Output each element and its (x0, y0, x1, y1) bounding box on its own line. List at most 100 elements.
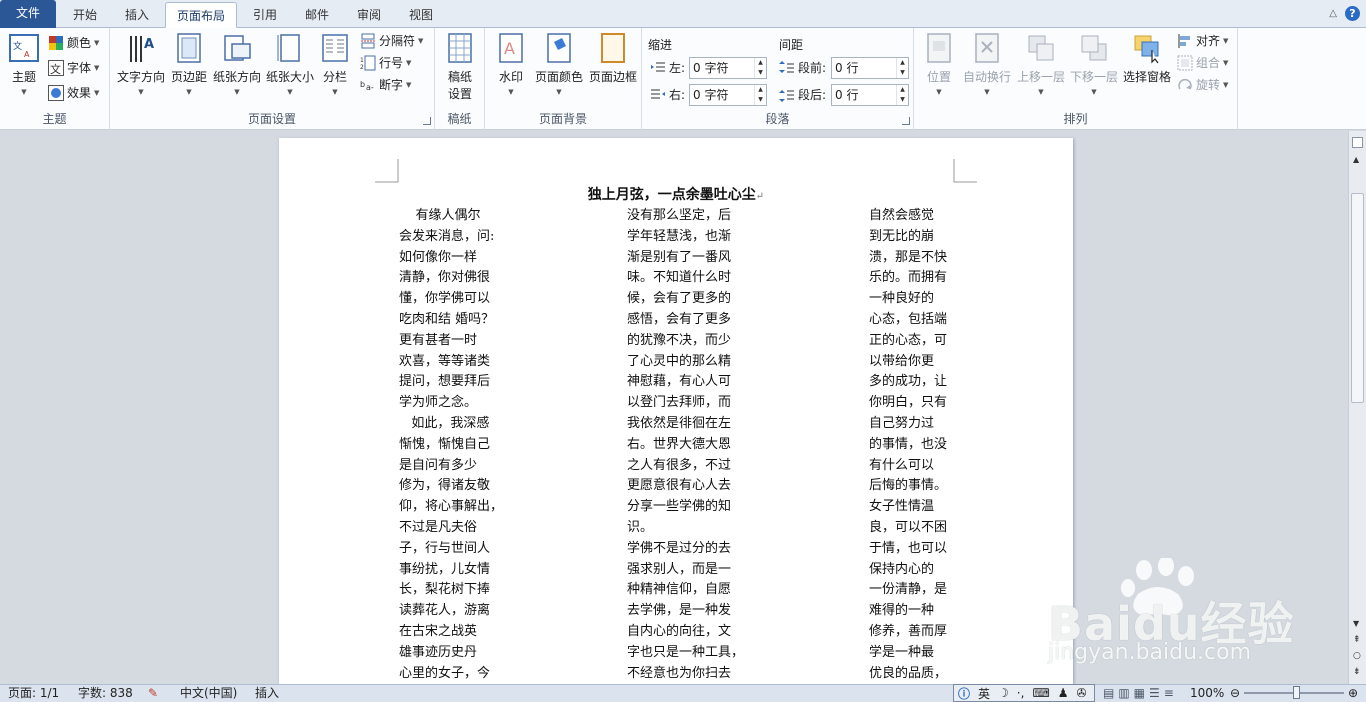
wrap-text-button[interactable]: 自动换行 ▼ (960, 32, 1014, 96)
word-count-status[interactable]: 字数: 838 (78, 685, 133, 702)
selection-pane-icon (1134, 35, 1159, 64)
ime-language-toggle[interactable]: 英 (978, 685, 990, 702)
ime-tools-icon[interactable]: ✇ (1077, 686, 1087, 700)
page-border-icon (601, 33, 625, 63)
tab-file[interactable]: 文件 (0, 0, 56, 28)
orientation-button[interactable]: 纸张方向 ▼ (211, 32, 263, 96)
margins-icon (177, 33, 201, 63)
page-border-button[interactable]: 页面边框 (586, 32, 640, 85)
scroll-up-icon[interactable]: ▲ (1353, 155, 1359, 164)
space-before-label: 段前: (779, 57, 826, 79)
language-status[interactable]: 中文(中国) (180, 685, 237, 702)
insert-mode-status[interactable]: 插入 (255, 685, 279, 702)
text-line: 有什么可以 (869, 457, 935, 473)
vertical-scrollbar[interactable]: ▲ ▼ ⇞ ○ ⇟ (1348, 131, 1366, 684)
ime-keyboard-icon[interactable]: ⌨ (1032, 686, 1049, 700)
group-objects-button[interactable]: 组合 ▼ (1177, 52, 1228, 74)
theme-colors-button[interactable]: 颜色 ▼ (48, 32, 99, 54)
group-arrange: 位置 ▼ 自动换行 ▼ 上移一层 ▼ 下移一层 ▼ 选择窗格 对齐▼ 组合▼ (914, 28, 1238, 130)
text-line: 候，会有了更多的 (627, 291, 732, 307)
align-button[interactable]: 对齐 ▼ (1177, 30, 1228, 52)
space-after-input[interactable]: 0 行 ▲ ▼ (831, 84, 909, 106)
text-line: 保持内心的 (869, 561, 935, 577)
theme-fonts-button[interactable]: 文 字体 ▼ (48, 57, 99, 79)
theme-button[interactable]: 文A 主题 ▼ (6, 32, 42, 96)
spinner-arrows-icon[interactable]: ▲ ▼ (896, 85, 908, 105)
text-line: 味。不知道什么时 (627, 270, 732, 286)
tab-mailings[interactable]: 邮件 (292, 2, 342, 28)
document-title[interactable]: 独上月弦，一点余墨吐心尘↵ (279, 184, 1073, 204)
text-line: 修养，善而厚 (869, 623, 948, 639)
theme-effects-button[interactable]: 效果 ▼ (48, 82, 99, 104)
svg-text:a-: a- (366, 83, 374, 92)
group-label-theme: 主题 (42, 112, 67, 126)
space-before-input[interactable]: 0 行 ▲ ▼ (831, 57, 909, 79)
ime-punctuation-icon[interactable]: ·, (1017, 686, 1025, 700)
send-backward-button[interactable]: 下移一层 ▼ (1068, 32, 1120, 96)
proofing-icon[interactable]: ✎ (148, 685, 158, 702)
text-column-1[interactable]: 有缘人偶尔 会发来消息，问: 如何像你一样 清静，你对佛很 懂，你学佛可以 吃肉和结 婚吗… (399, 206, 503, 684)
text-line: 的事情，也没 (869, 436, 948, 452)
size-button[interactable]: 纸张大小 ▼ (264, 32, 316, 96)
bring-forward-button[interactable]: 上移一层 ▼ (1015, 32, 1067, 96)
help-icon[interactable]: ? (1345, 6, 1360, 21)
text-line: 于情，也可以 (869, 540, 948, 556)
selection-pane-button[interactable]: 选择窗格 (1121, 32, 1173, 85)
paragraph-dialog-launcher[interactable] (902, 117, 910, 125)
chevron-down-icon: ▼ (186, 88, 192, 96)
zoom-in-icon[interactable]: ⊕ (1348, 685, 1358, 702)
chevron-down-icon: ▼ (234, 88, 240, 96)
chevron-down-icon: ▼ (556, 88, 562, 96)
text-line: 长，梨花树下捧 (399, 582, 491, 598)
next-page-icon[interactable]: ⇟ (1353, 667, 1361, 677)
tab-page-layout[interactable]: 页面布局 (165, 2, 237, 28)
effects-icon (48, 85, 64, 101)
line-numbers-button[interactable]: 12 行号 ▼ (360, 52, 411, 74)
previous-page-icon[interactable]: ⇞ (1353, 635, 1361, 645)
text-column-3[interactable]: 自然会感觉 到无比的崩 溃，那是不快 乐的。而拥有 一种良好的 心态，包括端 正的心态，可以… (869, 206, 947, 684)
tab-home[interactable]: 开始 (60, 2, 110, 28)
text-line: 惭愧，惭愧自己 (399, 436, 491, 452)
text-direction-button[interactable]: A 文字方向 ▼ (115, 32, 167, 96)
watermark-button[interactable]: A 水印 ▼ (491, 32, 531, 96)
right-indent-input[interactable]: 0 字符 ▲ ▼ (689, 84, 767, 106)
text-column-2[interactable]: 没有那么坚定，后 学年轻慧浅，也渐 渐是别有了一番风 味。不知道什么时 候，会有了更多的… (627, 206, 744, 684)
spinner-arrows-icon[interactable]: ▲ ▼ (896, 58, 908, 78)
left-indent-input[interactable]: 0 字符 ▲ ▼ (689, 57, 767, 79)
rotate-button[interactable]: 旋转 ▼ (1177, 74, 1228, 96)
svg-text:A: A (144, 37, 154, 52)
tab-review[interactable]: 审阅 (344, 2, 394, 28)
text-line: 女子性情温 (869, 499, 935, 515)
position-icon (927, 33, 951, 63)
columns-button[interactable]: 分栏 ▼ (317, 32, 353, 96)
text-line: 仰，将心事解出， (399, 499, 504, 515)
select-browse-object-icon[interactable]: ○ (1353, 651, 1361, 661)
ime-user-icon[interactable]: ♟ (1058, 686, 1069, 700)
text-line: 良，可以不困 (869, 519, 948, 535)
margins-button[interactable]: 页边距 ▼ (168, 32, 210, 96)
page-color-button[interactable]: 页面颜色 ▼ (532, 32, 586, 96)
scrollbar-thumb[interactable] (1351, 193, 1364, 403)
ime-halfwidth-icon[interactable]: ☽ (998, 686, 1009, 700)
hyphenation-button[interactable]: b a- 断字 ▼ (360, 74, 411, 96)
text-line: 如何像你一样 (399, 249, 478, 265)
tab-insert[interactable]: 插入 (112, 2, 162, 28)
tab-view[interactable]: 视图 (396, 2, 446, 28)
breaks-button[interactable]: 分隔符 ▼ (360, 30, 423, 52)
tab-references[interactable]: 引用 (240, 2, 290, 28)
left-indent-icon (651, 62, 665, 72)
ruler-toggle-icon[interactable] (1352, 137, 1363, 148)
page-setup-dialog-launcher[interactable] (423, 117, 431, 125)
text-line: 有缘人偶尔 (399, 208, 481, 223)
position-button[interactable]: 位置 ▼ (920, 32, 958, 96)
collapse-ribbon-icon[interactable]: △ (1329, 8, 1337, 19)
document-page[interactable]: 独上月弦，一点余墨吐心尘↵ 有缘人偶尔 会发来消息，问: 如何像你一样 清静，你对佛很… (279, 138, 1073, 684)
spinner-arrows-icon[interactable]: ▲ ▼ (754, 58, 766, 78)
scroll-down-icon[interactable]: ▼ (1353, 619, 1359, 628)
ime-logo-icon[interactable]: ⓘ (958, 685, 970, 702)
page-count-status[interactable]: 页面: 1/1 (8, 685, 59, 702)
spinner-arrows-icon[interactable]: ▲ ▼ (754, 85, 766, 105)
ribbon: 文A 主题 ▼ 颜色 ▼ 文 字体 ▼ 效果 ▼ 主题 A 文字方向 ▼ 页边距 ▼ (0, 28, 1366, 130)
text-line: 分享一些学佛的知 (627, 499, 732, 515)
manuscript-settings-button[interactable]: 稿纸 设置 (440, 32, 480, 102)
